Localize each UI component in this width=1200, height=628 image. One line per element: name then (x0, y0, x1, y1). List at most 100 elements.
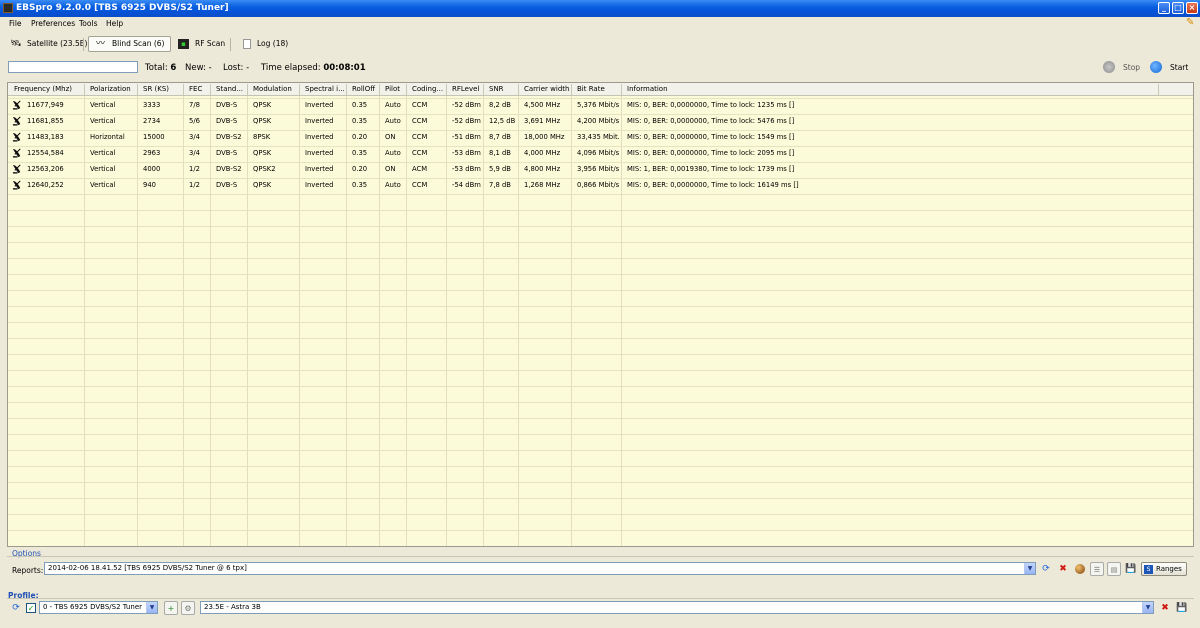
table-cell: Inverted (305, 101, 334, 109)
header-separator[interactable] (518, 84, 519, 95)
table-cell: 1/2 (189, 165, 200, 173)
table-cell: -54 dBm (452, 181, 481, 189)
header-separator[interactable] (571, 84, 572, 95)
save-icon[interactable]: 💾 (1124, 562, 1138, 576)
column-header[interactable]: Frequency (Mhz) (14, 85, 82, 93)
reports-dropdown[interactable]: 2014-02-06 18.41.52 [TBS 6925 DVBS/S2 Tu… (44, 562, 1036, 575)
stop-button[interactable]: Stop (1103, 61, 1140, 73)
table-row[interactable]: 12563,206 Vertical 4000 1/2 DVB-S2 QPSK2 Inver… (8, 161, 1193, 177)
delete-icon[interactable]: ✖ (1056, 562, 1070, 576)
chevron-down-icon[interactable]: ▼ (1142, 602, 1153, 613)
column-header[interactable]: Carrier width (524, 85, 569, 93)
header-separator[interactable] (621, 84, 622, 95)
table-cell: 0.35 (352, 149, 368, 157)
save-icon[interactable]: 💾 (1175, 601, 1189, 615)
title-bar[interactable]: EBSpro 9.2.0.0 [TBS 6925 DVBS/S2 Tuner] … (0, 0, 1200, 17)
column-header[interactable]: Stand... (216, 85, 245, 93)
start-button[interactable]: Start (1150, 61, 1188, 73)
table-cell: QPSK (253, 181, 272, 189)
table-cell: DVB-S (216, 117, 238, 125)
table-cell: Inverted (305, 181, 334, 189)
tab-blind-scan[interactable]: 〰 Blind Scan (6) (88, 36, 172, 52)
header-separator[interactable] (379, 84, 380, 95)
log-icon (243, 39, 251, 49)
enable-checkbox[interactable]: ✓ (24, 601, 38, 615)
table-cell: Auto (385, 117, 401, 125)
menu-help[interactable]: Help (106, 19, 123, 28)
table-cell: Auto (385, 149, 401, 157)
header-separator[interactable] (299, 84, 300, 95)
delete-icon[interactable]: ✖ (1158, 601, 1172, 615)
table-cell: 0,866 Mbit/s (577, 181, 620, 189)
window-title: EBSpro 9.2.0.0 [TBS 6925 DVBS/S2 Tuner] (16, 3, 229, 13)
refresh-icon[interactable]: ⟳ (1039, 562, 1053, 576)
minimize-button[interactable]: _ (1158, 2, 1170, 14)
header-separator[interactable] (137, 84, 138, 95)
table-row[interactable]: 11677,949 Vertical 3333 7/8 DVB-S QPSK Inverte… (8, 97, 1193, 113)
globe-icon[interactable] (1073, 562, 1087, 576)
column-header[interactable]: Information (627, 85, 1156, 93)
column-header[interactable]: Bit Rate (577, 85, 619, 93)
chevron-down-icon[interactable]: ▼ (146, 602, 157, 613)
tuner-dropdown[interactable]: 0 - TBS 6925 DVBS/S2 Tuner ▼ (39, 601, 158, 614)
refresh-icon[interactable]: ⟳ (9, 601, 23, 615)
column-header[interactable]: Pilot (385, 85, 404, 93)
header-separator[interactable] (84, 84, 85, 95)
satellite-dropdown[interactable]: 23.5E - Astra 3B ▼ (200, 601, 1154, 614)
column-header[interactable]: Polarization (90, 85, 135, 93)
tuner-settings-icon[interactable]: ⚙ (181, 601, 195, 615)
table-cell: 5,376 Mbit/s (577, 101, 620, 109)
table-cell: 8,2 dB (489, 101, 511, 109)
table-cell: ON (385, 165, 396, 173)
table-row[interactable]: 12554,584 Vertical 2963 3/4 DVB-S QPSK Inverte… (8, 145, 1193, 161)
lost-label: Lost: (223, 63, 244, 73)
table-cell: Inverted (305, 149, 334, 157)
menu-tools[interactable]: Tools (79, 19, 97, 28)
satellite-dish-icon (12, 100, 21, 110)
table-cell: CCM (412, 117, 428, 125)
table-row[interactable]: 11483,183 Horizontal 15000 3/4 DVB-S2 8PSK Inv… (8, 129, 1193, 145)
column-header[interactable]: RollOff (352, 85, 377, 93)
header-separator[interactable] (1158, 84, 1159, 95)
pen-icon[interactable]: ✎ (1186, 18, 1196, 28)
header-separator[interactable] (210, 84, 211, 95)
table-cell: 4,800 MHz (524, 165, 561, 173)
tab-log[interactable]: Log (18) (237, 36, 294, 52)
column-header[interactable]: Spectral i... (305, 85, 344, 93)
table-cell: 4,000 MHz (524, 149, 561, 157)
add-tuner-icon[interactable]: + (164, 601, 178, 615)
table-cell: QPSK (253, 117, 272, 125)
table-cell: ON (385, 133, 396, 141)
header-separator[interactable] (247, 84, 248, 95)
column-header[interactable]: SNR (489, 85, 516, 93)
header-separator[interactable] (446, 84, 447, 95)
details-icon[interactable]: ☰ (1090, 562, 1104, 576)
table-row[interactable]: 12640,252 Vertical 940 1/2 DVB-S QPSK Inverted… (8, 177, 1193, 193)
column-header[interactable]: FEC (189, 85, 208, 93)
results-table[interactable]: Frequency (Mhz) Polarization SR (KS) FEC Sta… (7, 82, 1194, 547)
header-separator[interactable] (483, 84, 484, 95)
column-header[interactable]: RFLevel (452, 85, 481, 93)
close-button[interactable]: × (1186, 2, 1198, 14)
header-separator[interactable] (346, 84, 347, 95)
menu-file[interactable]: File (9, 19, 22, 28)
header-separator[interactable] (183, 84, 184, 95)
maximize-button[interactable]: □ (1172, 2, 1184, 14)
export-icon[interactable]: ▤ (1107, 562, 1121, 576)
ranges-button[interactable]: S Ranges (1141, 562, 1187, 576)
table-cell: MIS: 0, BER: 0,0000000, Time to lock: 15… (627, 133, 795, 141)
tab-rf-scan[interactable]: ▪ RF Scan (172, 36, 231, 52)
tab-satellite[interactable]: 🛰 Satellite (23.5E) (4, 36, 93, 52)
menu-preferences[interactable]: Preferences (31, 19, 75, 28)
chevron-down-icon[interactable]: ▼ (1024, 563, 1035, 574)
table-row[interactable]: 11681,855 Vertical 2734 5/6 DVB-S QPSK Inverte… (8, 113, 1193, 129)
table-cell: 0.20 (352, 133, 368, 141)
header-separator[interactable] (406, 84, 407, 95)
column-header[interactable]: Modulation (253, 85, 297, 93)
table-cell: 1,268 MHz (524, 181, 561, 189)
satellite-icon: 🛰 (10, 39, 22, 49)
column-header[interactable]: SR (KS) (143, 85, 181, 93)
column-header[interactable]: Coding... (412, 85, 444, 93)
table-cell: Vertical (90, 101, 116, 109)
tab-label: Log (18) (257, 39, 289, 48)
